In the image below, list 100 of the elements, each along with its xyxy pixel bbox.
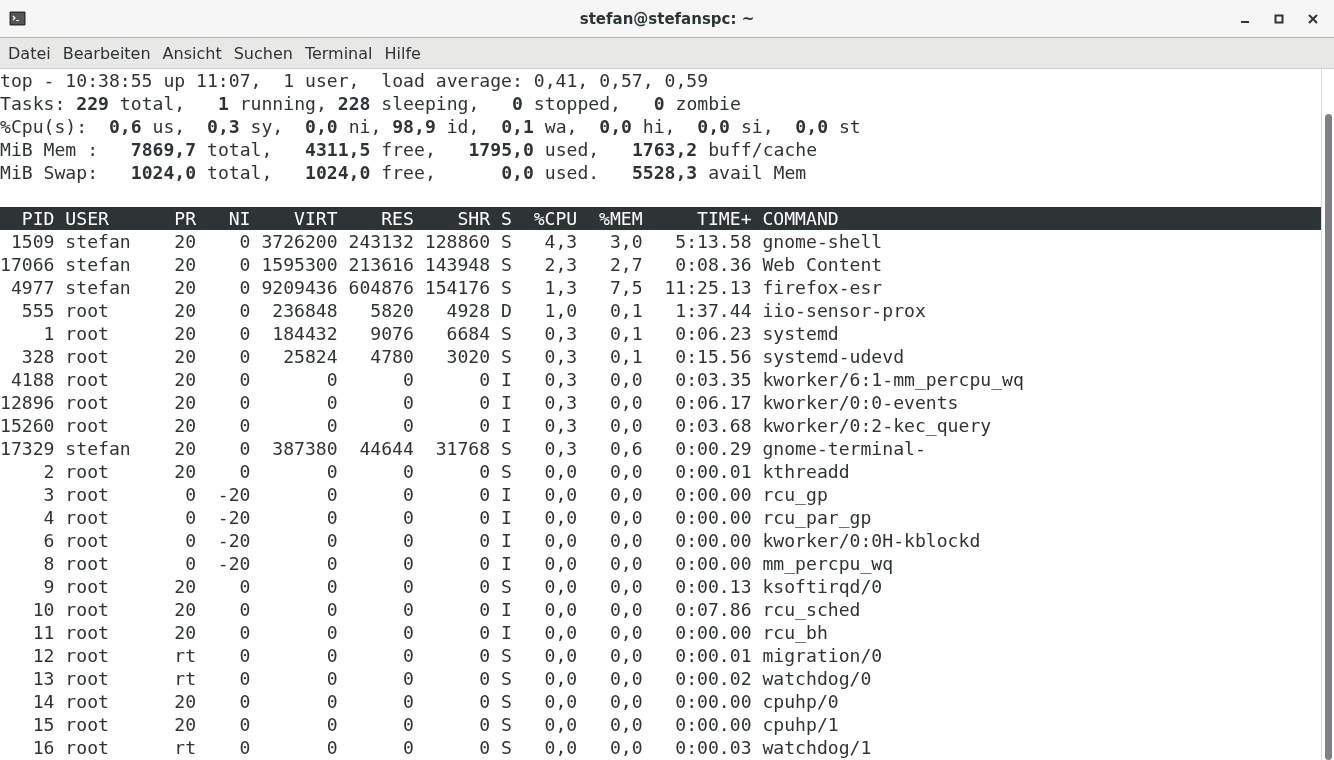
table-cell-text: 0 bbox=[238, 368, 251, 391]
table-cell-text: 0:00.29 bbox=[674, 437, 752, 460]
table-cell-text: 0,1 bbox=[608, 322, 643, 345]
summary-line: %Cpu(s): 0,6 us, 0,3 sy, 0,0 ni, 98,9 id, 0,1 wa, 0,0 hi, 0,0 si, 0,0 st bbox=[0, 115, 862, 138]
table-cell-text: 9 bbox=[42, 575, 55, 598]
table-cell-text: root bbox=[65, 621, 110, 644]
summary-line: top - 10:38:55 up 11:07, 1 user, load average: 0,41, 0,57, 0,59 bbox=[0, 69, 710, 92]
summary-line: Tasks: 229 total, 1 running, 228 sleeping, 0 stopped, 0 zombie bbox=[0, 92, 742, 115]
menu-item[interactable]: Bearbeiten bbox=[56, 43, 157, 63]
summary-line: MiB Mem : 7869,7 total, 4311,5 free, 1795,0 used, 1763,2 buff/cache bbox=[0, 138, 819, 161]
table-cell-text: 11:25.13 bbox=[663, 276, 752, 299]
table-cell-text: 0,0 bbox=[608, 713, 643, 736]
table-cell-text: 387380 bbox=[271, 437, 338, 460]
table-cell: 213616 bbox=[348, 253, 414, 276]
table-cell-text: 0 bbox=[238, 460, 251, 483]
column-header: NI bbox=[227, 207, 251, 230]
table-cell-text: 0 bbox=[402, 368, 414, 391]
column-header: SHR bbox=[456, 207, 491, 230]
table-cell-text: 0 bbox=[325, 736, 338, 759]
table-cell-text: 31768 bbox=[434, 437, 491, 460]
terminal-icon bbox=[9, 11, 26, 26]
table-cell-text: firefox-esr bbox=[762, 276, 884, 299]
table-cell-text: root bbox=[65, 552, 110, 575]
menu-item[interactable]: Terminal bbox=[298, 43, 379, 63]
table-cell-text: 0 bbox=[238, 414, 251, 437]
table-cell-text: 0:00.00 bbox=[674, 506, 752, 529]
table-cell-text: -20 bbox=[216, 506, 251, 529]
close-icon bbox=[1308, 13, 1318, 24]
scrollbar[interactable] bbox=[1321, 69, 1334, 760]
table-cell-text: cpuhp/0 bbox=[762, 690, 840, 713]
table-cell-text: 0 bbox=[184, 552, 197, 575]
table-cell-text: 15 bbox=[31, 713, 55, 736]
table-cell-text: 0 bbox=[402, 552, 414, 575]
table-cell-text: 0,0 bbox=[543, 690, 578, 713]
scrollbar-thumb[interactable] bbox=[1325, 114, 1332, 760]
table-cell: S bbox=[501, 644, 512, 667]
table-cell-text: 0,1 bbox=[608, 299, 643, 322]
table-cell-text: 0,3 bbox=[543, 437, 578, 460]
table-cell: S bbox=[501, 345, 512, 368]
table-cell-text: 0:00.00 bbox=[674, 713, 752, 736]
table-cell-text: 0 bbox=[325, 414, 338, 437]
maximize-icon bbox=[1274, 13, 1284, 24]
table-cell-text: 4,3 bbox=[543, 230, 578, 253]
table-cell-text: 0,0 bbox=[543, 644, 578, 667]
column-header: USER bbox=[65, 207, 110, 230]
table-cell-text: 0,3 bbox=[543, 414, 578, 437]
table-cell-text: 0 bbox=[238, 437, 251, 460]
table-cell: S bbox=[501, 575, 512, 598]
minimize-icon bbox=[1241, 20, 1249, 23]
table-cell-text: 0 bbox=[238, 299, 251, 322]
table-cell: D bbox=[501, 299, 512, 322]
table-cell-text: 4977 bbox=[9, 276, 55, 299]
table-cell-text: 236848 bbox=[271, 299, 338, 322]
table-cell-text: 0 bbox=[478, 483, 491, 506]
table-cell-text: 0:03.35 bbox=[674, 368, 752, 391]
summary-line: MiB Swap: 1024,0 total, 1024,0 free, 0,0 used. 5528,3 avail Mem bbox=[0, 161, 808, 184]
table-cell-text: 20 bbox=[173, 368, 197, 391]
table-cell-text: 0,0 bbox=[608, 575, 643, 598]
table-cell-text: stefan bbox=[65, 276, 132, 299]
table-cell-text: mm_percpu_wq bbox=[762, 552, 895, 575]
table-cell-text: 0 bbox=[478, 460, 491, 483]
table-cell-text: 0 bbox=[238, 391, 251, 414]
table-cell-text: 0 bbox=[402, 414, 414, 437]
table-cell: I bbox=[501, 598, 512, 621]
table-cell-text: root bbox=[65, 368, 110, 391]
table-cell-text: root bbox=[65, 414, 110, 437]
table-cell-text: 0 bbox=[238, 621, 251, 644]
menu-item[interactable]: Datei bbox=[2, 43, 57, 63]
table-cell-text: kworker/0:0H-kblockd bbox=[762, 529, 982, 552]
table-cell-text: 0,0 bbox=[608, 483, 643, 506]
table-cell-text: 4 bbox=[42, 506, 55, 529]
table-cell-text: 0 bbox=[478, 552, 491, 575]
table-cell-text: root bbox=[65, 460, 110, 483]
table-cell-text: stefan bbox=[65, 230, 132, 253]
table-cell-text: root bbox=[65, 667, 110, 690]
table-cell-text: 20 bbox=[173, 253, 197, 276]
table-cell-text: 0 bbox=[325, 483, 338, 506]
table-cell: 143948 bbox=[424, 253, 491, 276]
table-cell-text: root bbox=[65, 299, 110, 322]
table-cell-text: 0 bbox=[478, 368, 491, 391]
table-cell-text: 20 bbox=[173, 322, 197, 345]
table-cell-text: 12 bbox=[31, 644, 55, 667]
table-cell-text: 0,0 bbox=[608, 460, 643, 483]
table-cell-text: 0 bbox=[325, 644, 338, 667]
table-cell: I bbox=[501, 621, 512, 644]
table-cell-text: kworker/0:2-kec_query bbox=[762, 414, 993, 437]
table-cell-text: 0 bbox=[238, 253, 251, 276]
table-cell-text: 20 bbox=[173, 299, 197, 322]
table-cell-text: 0 bbox=[478, 506, 491, 529]
table-cell-text: 44644 bbox=[358, 437, 414, 460]
table-cell-text: 3 bbox=[42, 483, 55, 506]
menu-item[interactable]: Suchen bbox=[227, 43, 299, 63]
table-cell-text: watchdog/1 bbox=[762, 736, 873, 759]
menu-item[interactable]: Ansicht bbox=[156, 43, 228, 63]
table-cell-text: 0 bbox=[325, 391, 338, 414]
table-cell-text: 0,6 bbox=[608, 437, 643, 460]
menu-item[interactable]: Hilfe bbox=[378, 43, 427, 63]
table-cell-text: 0,0 bbox=[543, 552, 578, 575]
table-cell-text: gnome-terminal- bbox=[762, 437, 927, 460]
table-cell: 154176 bbox=[424, 276, 491, 299]
